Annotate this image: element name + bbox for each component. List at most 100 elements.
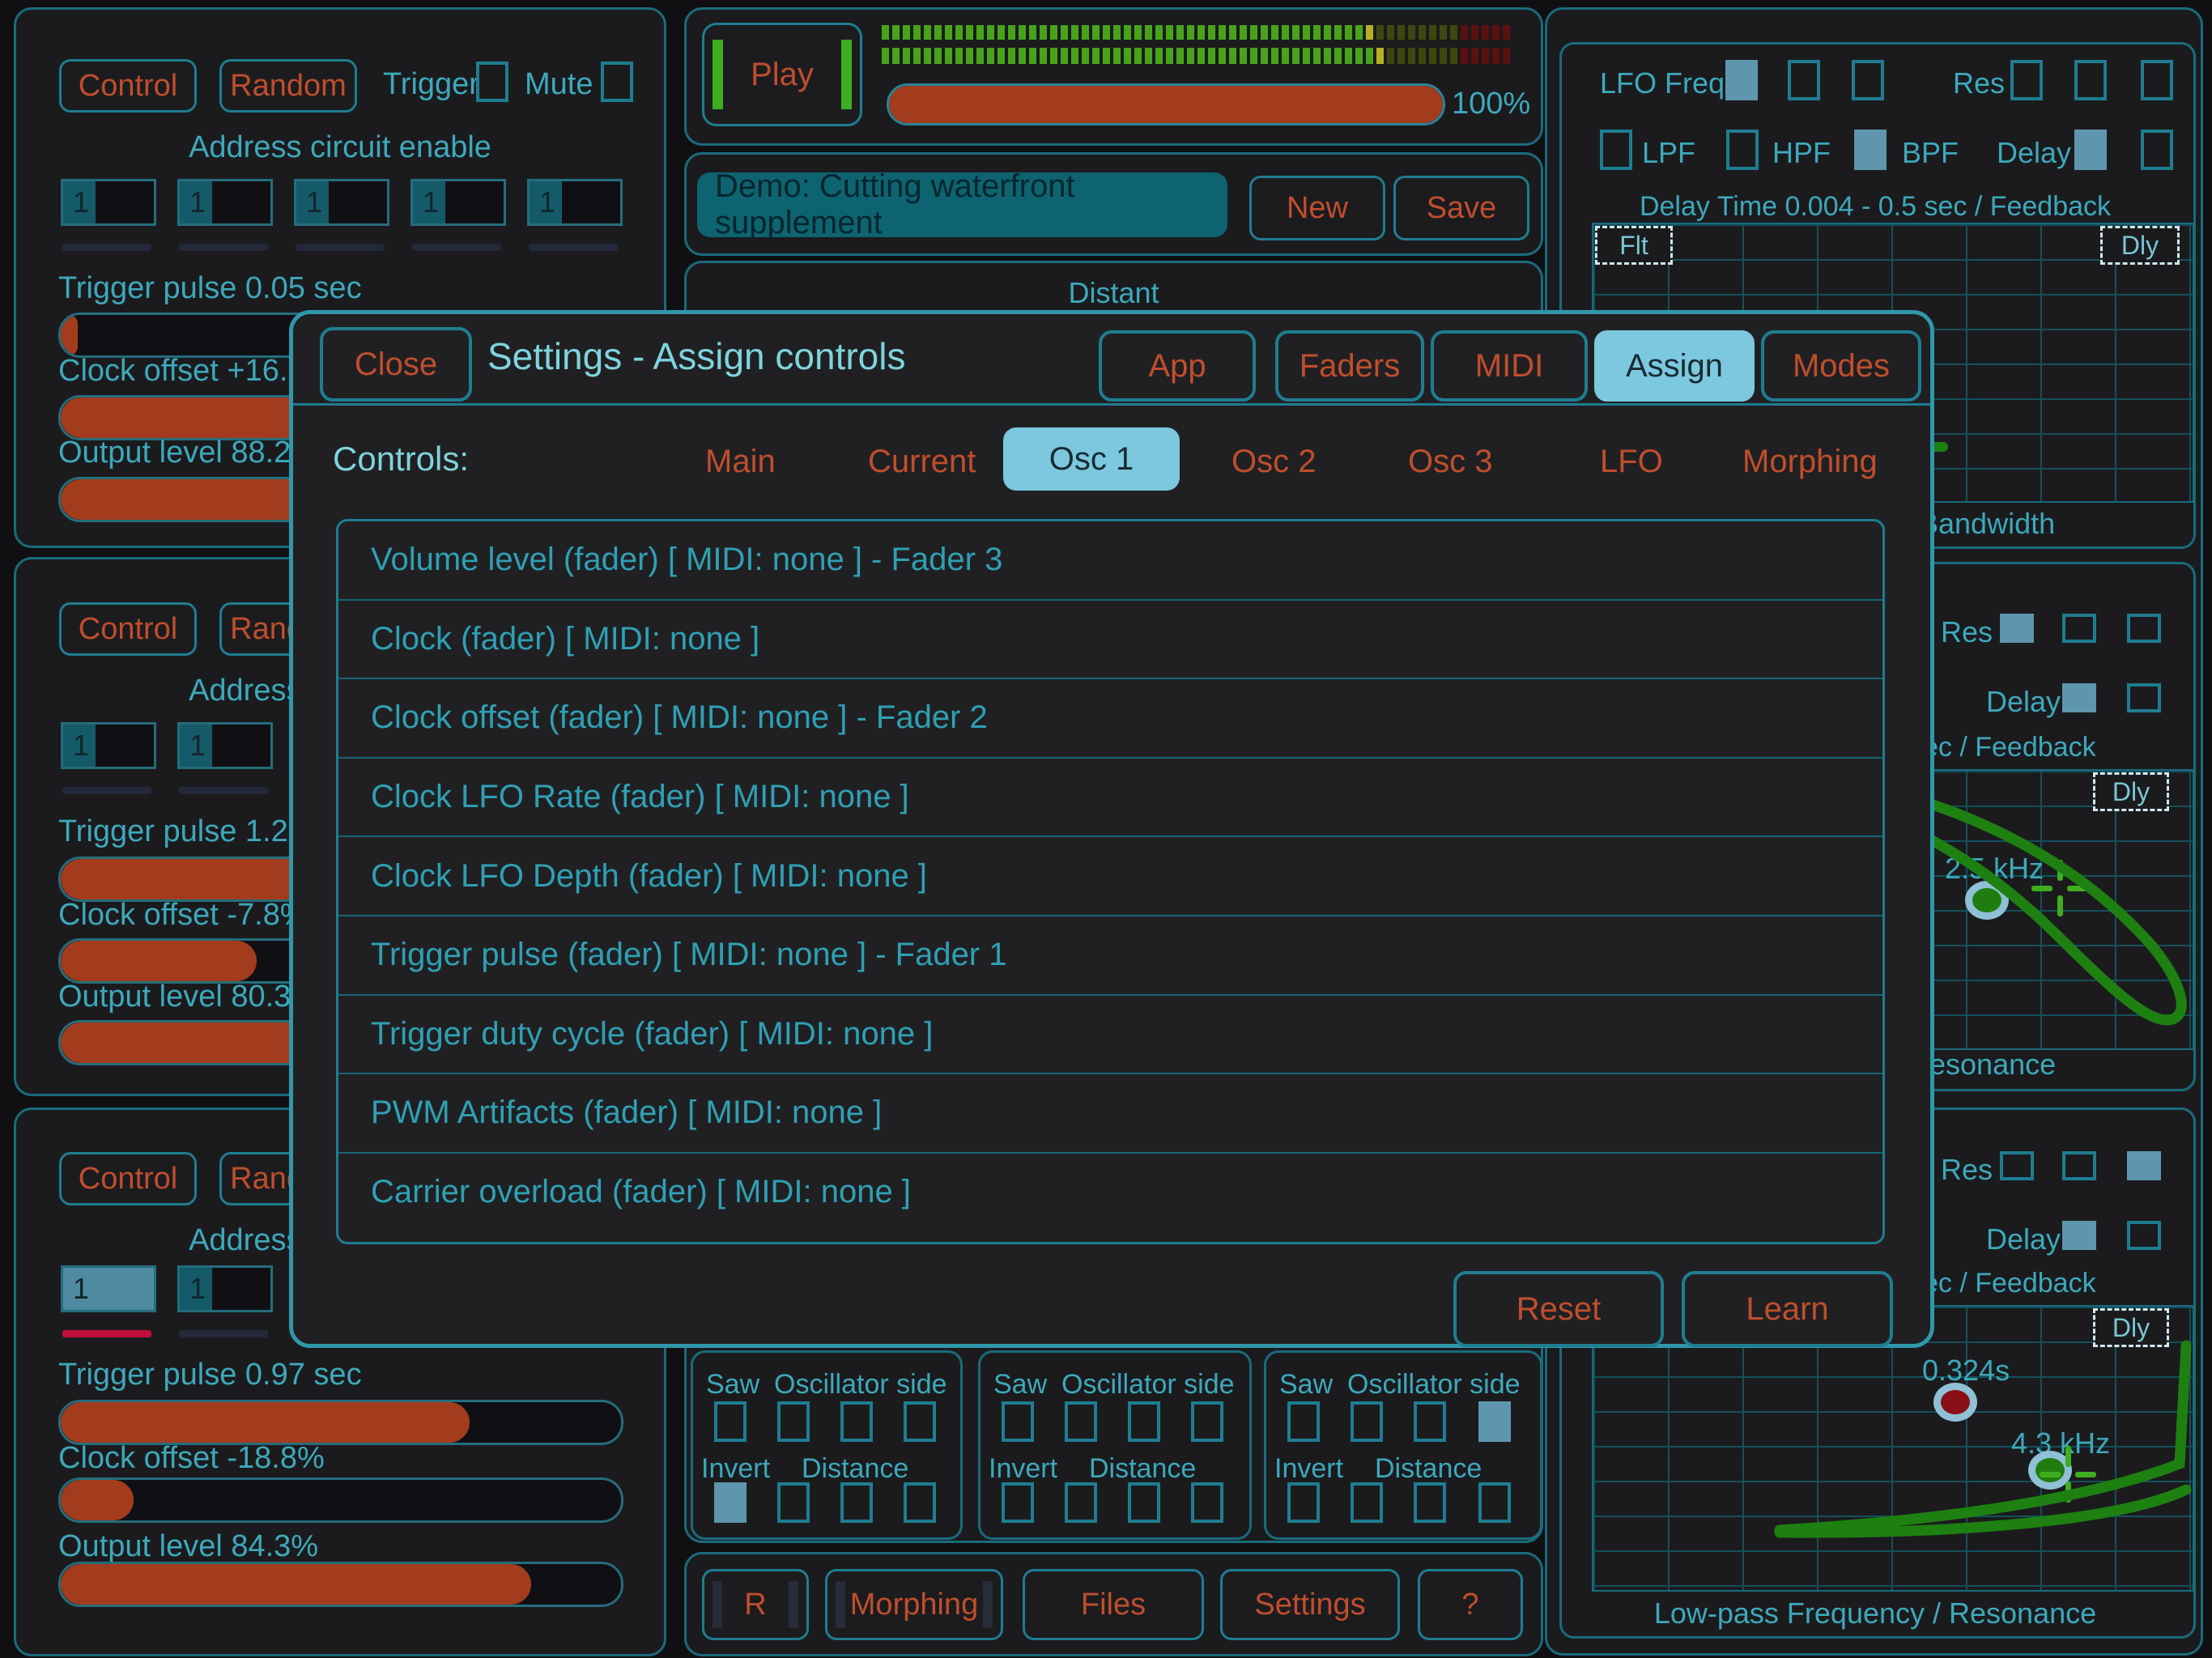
assignment-row[interactable]: Clock (fader) [ MIDI: none ]	[338, 601, 1882, 680]
address-stepper-3[interactable]: 1	[294, 179, 389, 226]
delay-checkbox-1[interactable]	[2062, 683, 2096, 712]
res-checkbox-3[interactable]	[2141, 60, 2173, 100]
address-stepper-1[interactable]: 1	[61, 179, 156, 226]
distance-checkbox-3[interactable]	[1191, 1482, 1223, 1523]
reset-button[interactable]: Reset	[1453, 1271, 1664, 1347]
delay-checkbox-1[interactable]	[2062, 1221, 2096, 1250]
assignment-row[interactable]: Carrier overload (fader) [ MIDI: none ]	[338, 1154, 1882, 1231]
trigger-pulse-slider[interactable]	[58, 1400, 623, 1445]
saw-checkbox-2[interactable]	[1351, 1401, 1383, 1442]
address-stepper-2[interactable]: 1	[177, 1265, 273, 1312]
controls-tab-osc3[interactable]: Osc 3	[1408, 444, 1492, 480]
res-checkbox-2[interactable]	[2062, 1151, 2096, 1180]
preset-name-field[interactable]: Demo: Cutting waterfront supplement	[697, 172, 1227, 237]
controls-tab-osc2[interactable]: Osc 2	[1231, 444, 1316, 480]
control-button[interactable]: Control	[59, 602, 197, 656]
lfo-freq-checkbox-1[interactable]	[1725, 60, 1758, 100]
random-button[interactable]: Random	[219, 59, 357, 113]
saw-checkbox-1[interactable]	[1287, 1401, 1320, 1442]
controls-tab-lfo[interactable]: LFO	[1600, 444, 1663, 480]
address-stepper-2[interactable]: 1	[177, 722, 273, 769]
invert-checkbox[interactable]	[1002, 1482, 1034, 1523]
res-checkbox-1[interactable]	[2000, 614, 2034, 643]
learn-button[interactable]: Learn	[1682, 1271, 1893, 1347]
lpf-checkbox[interactable]	[1600, 130, 1632, 170]
control-button[interactable]: Control	[59, 59, 197, 113]
trigger-checkbox[interactable]	[476, 62, 508, 102]
save-preset-button[interactable]: Save	[1393, 176, 1529, 240]
clock-offset-slider[interactable]	[58, 1477, 623, 1523]
dly-xy-button[interactable]: Dly	[2100, 226, 2180, 265]
play-button[interactable]: Play	[702, 23, 862, 126]
assignment-row[interactable]: Clock LFO Depth (fader) [ MIDI: none ]	[338, 837, 1882, 916]
close-button[interactable]: Close	[320, 327, 472, 402]
saw-checkbox-2[interactable]	[1065, 1401, 1097, 1442]
address-stepper-1-active[interactable]: 1	[61, 1265, 156, 1312]
master-progress-bar[interactable]	[887, 83, 1445, 125]
lfo-freq-checkbox-3[interactable]	[1852, 60, 1884, 100]
res-checkbox-2[interactable]	[2074, 60, 2107, 100]
res-checkbox-1[interactable]	[2010, 60, 2043, 100]
distance-checkbox-2[interactable]	[1128, 1482, 1160, 1523]
flt-xy-button[interactable]: Flt	[1595, 226, 1673, 265]
saw-checkbox-1[interactable]	[714, 1401, 747, 1442]
morphing-button[interactable]: Morphing	[825, 1569, 1003, 1640]
cutoff-handle[interactable]	[1965, 881, 2009, 920]
assignment-row[interactable]: PWM Artifacts (fader) [ MIDI: none ]	[338, 1074, 1882, 1154]
controls-tab-osc1-active[interactable]: Osc 1	[1003, 427, 1180, 491]
saw-checkbox-4[interactable]	[1191, 1401, 1223, 1442]
hpf-checkbox[interactable]	[1726, 130, 1759, 170]
assignment-row[interactable]: Clock offset (fader) [ MIDI: none ] - Fa…	[338, 679, 1882, 759]
delay-time-handle[interactable]	[1933, 1383, 1977, 1422]
files-button[interactable]: Files	[1023, 1569, 1204, 1640]
address-stepper-5[interactable]: 1	[527, 179, 623, 226]
distance-checkbox-2[interactable]	[840, 1482, 873, 1523]
invert-checkbox[interactable]	[714, 1482, 747, 1523]
saw-checkbox-4[interactable]	[1478, 1401, 1511, 1442]
mute-checkbox[interactable]	[601, 62, 633, 102]
res-checkbox-2[interactable]	[2062, 614, 2096, 643]
tab-assign-active[interactable]: Assign	[1594, 330, 1755, 402]
tab-app[interactable]: App	[1099, 330, 1256, 402]
record-button[interactable]: R	[702, 1569, 809, 1640]
tab-midi[interactable]: MIDI	[1431, 330, 1588, 402]
saw-checkbox-3[interactable]	[1128, 1401, 1160, 1442]
assignment-row[interactable]: Trigger pulse (fader) [ MIDI: none ] - F…	[338, 916, 1882, 996]
saw-checkbox-3[interactable]	[840, 1401, 873, 1442]
invert-checkbox[interactable]	[1287, 1482, 1320, 1523]
dly-xy-button[interactable]: Dly	[2093, 772, 2169, 811]
assignment-row[interactable]: Volume level (fader) [ MIDI: none ] - Fa…	[338, 521, 1882, 601]
assignment-row[interactable]: Clock LFO Rate (fader) [ MIDI: none ]	[338, 759, 1882, 838]
distance-checkbox-1[interactable]	[1351, 1482, 1383, 1523]
new-preset-button[interactable]: New	[1249, 176, 1385, 240]
distance-checkbox-3[interactable]	[904, 1482, 936, 1523]
controls-tab-morphing[interactable]: Morphing	[1742, 444, 1878, 480]
distance-checkbox-2[interactable]	[1414, 1482, 1446, 1523]
delay-checkbox-1[interactable]	[2074, 130, 2107, 170]
address-stepper-2[interactable]: 1	[177, 179, 273, 226]
distance-checkbox-3[interactable]	[1478, 1482, 1511, 1523]
delay-checkbox-2[interactable]	[2127, 683, 2161, 712]
saw-checkbox-4[interactable]	[904, 1401, 936, 1442]
res-checkbox-3[interactable]	[2127, 614, 2161, 643]
settings-button[interactable]: Settings	[1220, 1569, 1400, 1640]
bpf-checkbox[interactable]	[1854, 130, 1887, 170]
tab-faders[interactable]: Faders	[1275, 330, 1424, 402]
dly-xy-button[interactable]: Dly	[2093, 1308, 2169, 1347]
tab-modes[interactable]: Modes	[1761, 330, 1921, 402]
output-level-slider[interactable]	[58, 1562, 623, 1607]
control-button[interactable]: Control	[59, 1152, 197, 1205]
saw-checkbox-3[interactable]	[1414, 1401, 1446, 1442]
res-checkbox-3[interactable]	[2127, 1151, 2161, 1180]
delay-checkbox-2[interactable]	[2127, 1221, 2161, 1250]
controls-tab-current[interactable]: Current	[868, 444, 976, 480]
distance-checkbox-1[interactable]	[777, 1482, 810, 1523]
address-stepper-1[interactable]: 1	[61, 722, 156, 769]
assignment-row[interactable]: Trigger duty cycle (fader) [ MIDI: none …	[338, 996, 1882, 1075]
saw-checkbox-1[interactable]	[1002, 1401, 1034, 1442]
address-stepper-4[interactable]: 1	[410, 179, 506, 226]
delay-checkbox-2[interactable]	[2141, 130, 2173, 170]
lfo-freq-checkbox-2[interactable]	[1788, 60, 1820, 100]
res-checkbox-1[interactable]	[2000, 1151, 2034, 1180]
saw-checkbox-2[interactable]	[777, 1401, 810, 1442]
